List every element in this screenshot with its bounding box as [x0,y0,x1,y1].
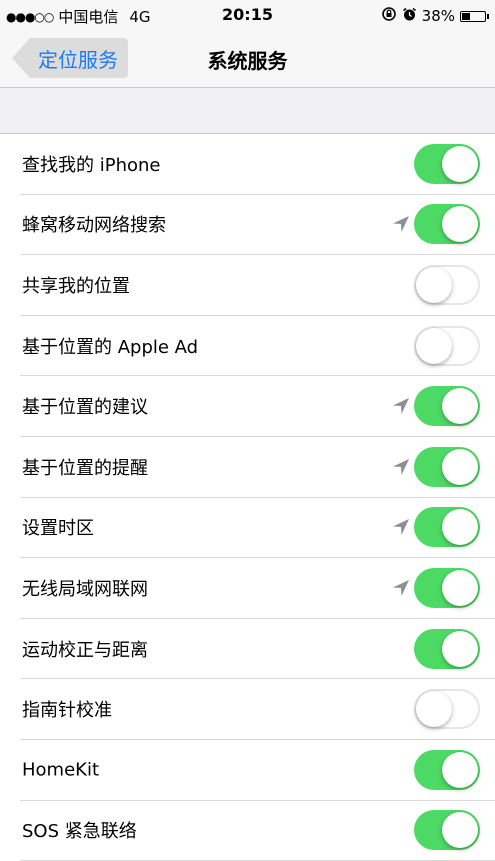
location-arrow-icon [391,578,411,598]
setting-label: 基于位置的 Apple Ad [22,336,199,358]
toggle-knob [442,206,478,243]
toggle-switch[interactable] [414,264,480,305]
toggle-knob [442,630,478,667]
toggle-knob [416,266,452,303]
setting-row: 基于位置的提醒 [20,437,495,498]
toggle-switch[interactable] [414,507,480,548]
setting-label: 基于位置的建议 [22,397,148,419]
setting-label: 设置时区 [22,518,94,540]
setting-label: 蜂窝移动网络搜索 [22,215,166,237]
toggle-knob [442,145,478,182]
location-arrow-icon [391,517,411,537]
back-button-label: 定位服务 [30,38,128,78]
location-arrow-icon [391,457,411,477]
toggle-knob [442,569,478,606]
status-bar: ●●●○○ 中国电信 4G 20:15 38% [0,0,495,30]
toggle-switch[interactable] [414,325,480,366]
setting-row: 指南针校准 [20,679,495,740]
toggle-switch[interactable] [414,386,480,427]
setting-row: 设置时区 [20,498,495,559]
battery-icon [460,10,486,22]
setting-row: 基于位置的建议 [20,376,495,437]
setting-label: 查找我的 iPhone [22,154,161,176]
setting-row: HomeKit [20,740,495,801]
toggle-switch[interactable] [414,810,480,851]
toggle-switch[interactable] [414,204,480,245]
toggle-knob [442,812,478,849]
toggle-knob [442,448,478,485]
navigation-bar: 定位服务 系统服务 [0,30,495,88]
toggle-switch[interactable] [414,143,480,184]
status-right: 38% [381,6,489,26]
location-arrow-icon [391,214,411,234]
setting-row: 基于位置的 Apple Ad [20,316,495,377]
setting-label: 指南针校准 [22,700,112,722]
setting-row: 蜂窝移动网络搜索 [20,195,495,256]
setting-row: 查找我的 iPhone [20,134,495,195]
setting-row: 运动校正与距离 [20,619,495,680]
setting-label: SOS 紧急联络 [22,821,137,843]
orientation-lock-icon [381,6,397,26]
toggle-knob [416,691,452,728]
setting-row: SOS 紧急联络 [20,801,495,861]
settings-list: 查找我的 iPhone 蜂窝移动网络搜索 共享我的位置基于位置的 Apple Ad 基… [0,134,495,861]
setting-label: 无线局域网联网 [22,578,148,600]
toggle-switch[interactable] [414,567,480,608]
setting-row: 无线局域网联网 [20,558,495,619]
alarm-icon [402,7,417,26]
setting-label: 共享我的位置 [22,275,130,297]
toggle-switch[interactable] [414,689,480,730]
toggle-knob [442,388,478,425]
section-header-spacer [0,88,495,134]
setting-row: 共享我的位置 [20,255,495,316]
setting-label: 基于位置的提醒 [22,457,148,479]
setting-label: HomeKit [22,759,100,781]
toggle-knob [442,509,478,546]
setting-label: 运动校正与距离 [22,639,148,661]
battery-percent: 38% [421,7,455,25]
toggle-knob [416,327,452,364]
battery-tip [487,13,489,19]
toggle-switch[interactable] [414,749,480,790]
back-button[interactable]: 定位服务 [12,38,128,78]
toggle-switch[interactable] [414,628,480,669]
toggle-switch[interactable] [414,446,480,487]
location-arrow-icon [391,396,411,416]
toggle-knob [442,751,478,788]
back-chevron-icon [12,38,30,78]
